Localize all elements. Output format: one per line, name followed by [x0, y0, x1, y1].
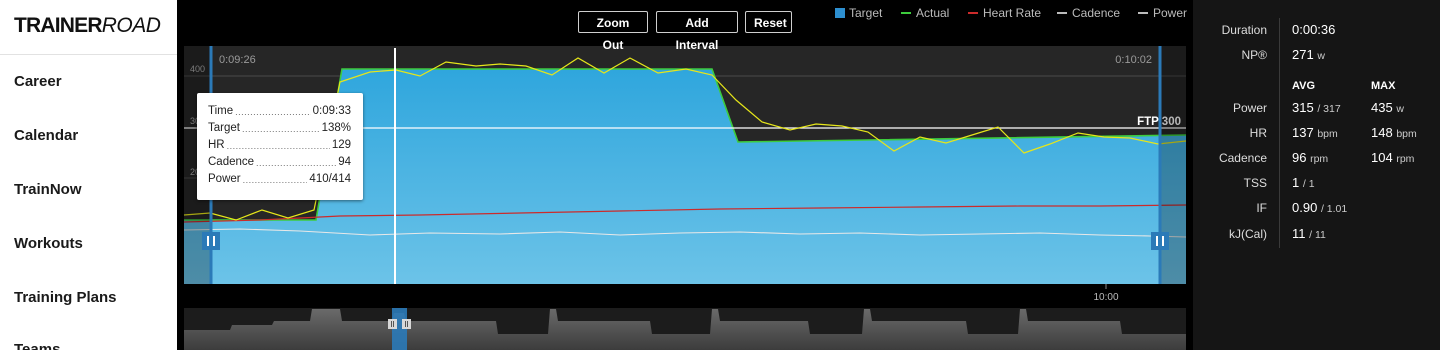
power-swatch-icon: [1138, 12, 1148, 14]
hr-avg: 137 bpm: [1292, 125, 1338, 140]
target-swatch-icon: [835, 8, 845, 18]
nav-training-plans[interactable]: Training Plans: [14, 289, 117, 306]
tss-stat-label: TSS: [1243, 176, 1267, 190]
duration-value: 0:00:36: [1292, 22, 1336, 37]
range-end-time: 0:10:02: [1115, 54, 1152, 66]
zoom-out-button[interactable]: Zoom Out: [578, 11, 648, 52]
cadence-max: 104 rpm: [1371, 150, 1415, 165]
stats-divider: [1279, 18, 1280, 248]
legend-actual[interactable]: Actual: [916, 6, 949, 20]
hover-tooltip: Time....................................…: [197, 93, 363, 200]
np-value: 271 w: [1292, 47, 1325, 62]
tooltip-row-cadence: Cadence.................................…: [208, 156, 351, 168]
tss-value: 1 / 1: [1292, 175, 1315, 190]
power-max: 435 w: [1371, 100, 1404, 115]
logo-divider: [0, 54, 177, 55]
power-stat-label: Power: [1232, 101, 1267, 115]
actual-swatch-icon: [901, 12, 911, 14]
tooltip-row-hr: HR......................................…: [208, 139, 351, 151]
heart-rate-swatch-icon: [968, 12, 978, 14]
nav-calendar[interactable]: Calendar: [14, 127, 78, 144]
if-value: 0.90 / 1.01: [1292, 200, 1348, 215]
overview-handle-left[interactable]: [388, 319, 397, 329]
np-label: NP®: [1241, 48, 1267, 62]
overview-handle-right[interactable]: [402, 319, 411, 329]
range-start-time: 0:09:26: [219, 54, 256, 66]
range-handle-right[interactable]: [1151, 232, 1169, 250]
legend-cadence[interactable]: Cadence: [1072, 6, 1120, 20]
nav-trainnow[interactable]: TrainNow: [14, 181, 82, 198]
trainerroad-logo[interactable]: TRAINERROAD: [14, 14, 161, 38]
legend-target[interactable]: Target: [849, 6, 882, 20]
if-stat-label: IF: [1256, 201, 1267, 215]
range-handle-left[interactable]: [202, 232, 220, 250]
cadence-swatch-icon: [1057, 12, 1067, 14]
add-interval-button[interactable]: Add Interval: [656, 11, 738, 52]
sidebar: TRAINERROAD Career Calendar TrainNow Wor…: [0, 0, 177, 350]
x-tick-10-00: 10:00: [1093, 292, 1118, 303]
legend-heart-rate[interactable]: Heart Rate: [983, 6, 1041, 20]
workout-stats-panel: Duration 0:00:36 NP® 271 w AVG MAX Power…: [1193, 0, 1440, 350]
avg-header: AVG: [1292, 80, 1316, 92]
cadence-avg: 96 rpm: [1292, 150, 1329, 165]
duration-label: Duration: [1221, 23, 1267, 37]
reset-button[interactable]: Reset: [745, 11, 792, 33]
nav-workouts[interactable]: Workouts: [14, 235, 83, 252]
tooltip-row-power: Power...................................…: [208, 173, 351, 185]
tooltip-row-target: Target..................................…: [208, 122, 351, 134]
nav-teams[interactable]: Teams: [14, 341, 60, 350]
kj-stat-label: kJ(Cal): [1229, 227, 1267, 241]
kj-value: 11 / 11: [1292, 226, 1326, 241]
power-avg: 315 / 317: [1292, 100, 1341, 115]
hr-stat-label: HR: [1249, 126, 1267, 140]
max-header: MAX: [1371, 80, 1396, 92]
cadence-stat-label: Cadence: [1218, 151, 1267, 165]
nav-career[interactable]: Career: [14, 73, 62, 90]
hr-max: 148 bpm: [1371, 125, 1417, 140]
tooltip-row-time: Time....................................…: [208, 105, 351, 117]
legend-power[interactable]: Power: [1153, 6, 1187, 20]
